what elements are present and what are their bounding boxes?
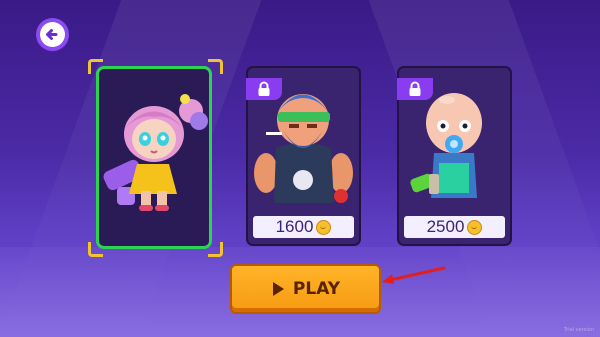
selection-corner: [208, 242, 223, 257]
character-card-girl[interactable]: [96, 66, 212, 249]
padlock-icon: [258, 81, 270, 96]
girl-character-art: [103, 94, 208, 211]
coin-icon: [316, 219, 332, 235]
lock-badge: [246, 78, 282, 100]
lock-badge: [397, 78, 433, 100]
play-button-label: PLAY: [292, 279, 341, 299]
selection-corner: [88, 59, 103, 74]
watermark: Trial version: [563, 327, 594, 333]
back-button[interactable]: [36, 18, 69, 51]
play-triangle-icon: [272, 282, 284, 296]
play-button[interactable]: PLAY: [230, 264, 381, 314]
back-arrow-icon: [40, 22, 65, 47]
coin-icon: [467, 219, 483, 235]
selection-corner: [208, 59, 223, 74]
price-value: 1600: [275, 217, 314, 236]
price-value: 2500: [426, 217, 465, 236]
price-tag-baby: 2500: [404, 216, 505, 238]
selection-corner: [88, 242, 103, 257]
pointer-arrow-icon: [382, 266, 446, 284]
padlock-icon: [409, 81, 421, 96]
price-tag-biker: 1600: [253, 216, 354, 238]
